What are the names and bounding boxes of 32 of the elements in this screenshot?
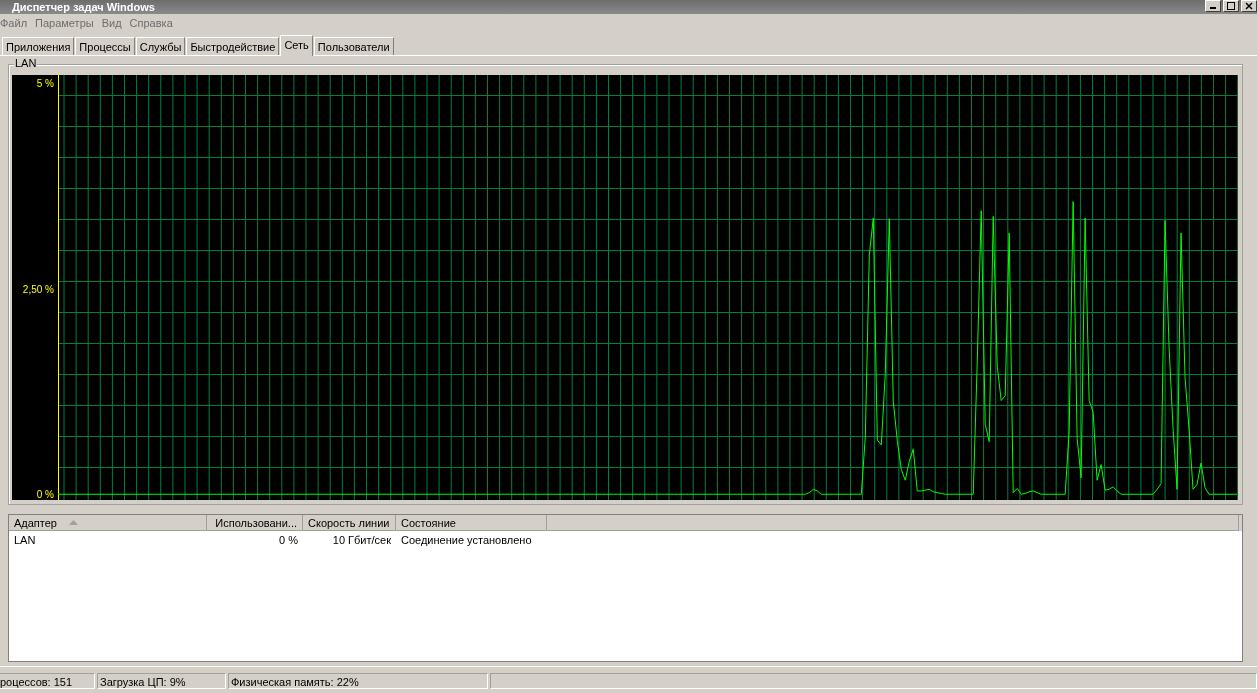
sort-arrow-icon [69,520,78,525]
tab[interactable]: Службы [135,37,186,55]
tab[interactable]: Процессы [75,37,135,55]
close-button[interactable] [1241,0,1257,12]
close-icon [1245,2,1253,10]
tab[interactable]: Быстродействие [186,37,280,55]
axis-label: 2,50 % [22,283,54,295]
maximize-icon [1227,2,1235,10]
column-header[interactable]: Скорость линии [303,515,396,531]
status-field: роцессов: 151 [0,673,95,689]
status-field: Физическая память: 22% [228,673,488,689]
column-header[interactable]: Состояние [396,515,547,531]
menu-item[interactable]: Файл [0,17,33,29]
column-header[interactable]: Использовани... [207,515,303,531]
group-title: LAN [14,57,38,69]
minimize-button[interactable] [1205,0,1221,12]
axis-label: 0 % [36,489,54,500]
window-title: Диспетчер задач Windows [12,1,155,13]
status-field: Загрузка ЦП: 9% [97,673,226,689]
table-cell-text: 0 % [278,534,299,546]
menu-item[interactable]: Параметры [35,17,99,29]
tab[interactable]: Пользователи [313,37,394,55]
axis-label: 5 % [36,78,54,90]
maximize-button[interactable] [1223,0,1239,12]
tab[interactable]: Сеть [280,35,313,56]
table-cell-text: LAN [13,534,37,546]
table-cell-text: Соединение установлено [400,534,533,546]
table-cell-text: 10 Гбит/сек [331,534,392,546]
column-header[interactable]: Адаптер [9,515,207,531]
menu-item[interactable]: Вид [101,17,127,29]
tab[interactable]: Приложения [2,37,75,55]
menu-item[interactable]: Справка [129,17,178,29]
